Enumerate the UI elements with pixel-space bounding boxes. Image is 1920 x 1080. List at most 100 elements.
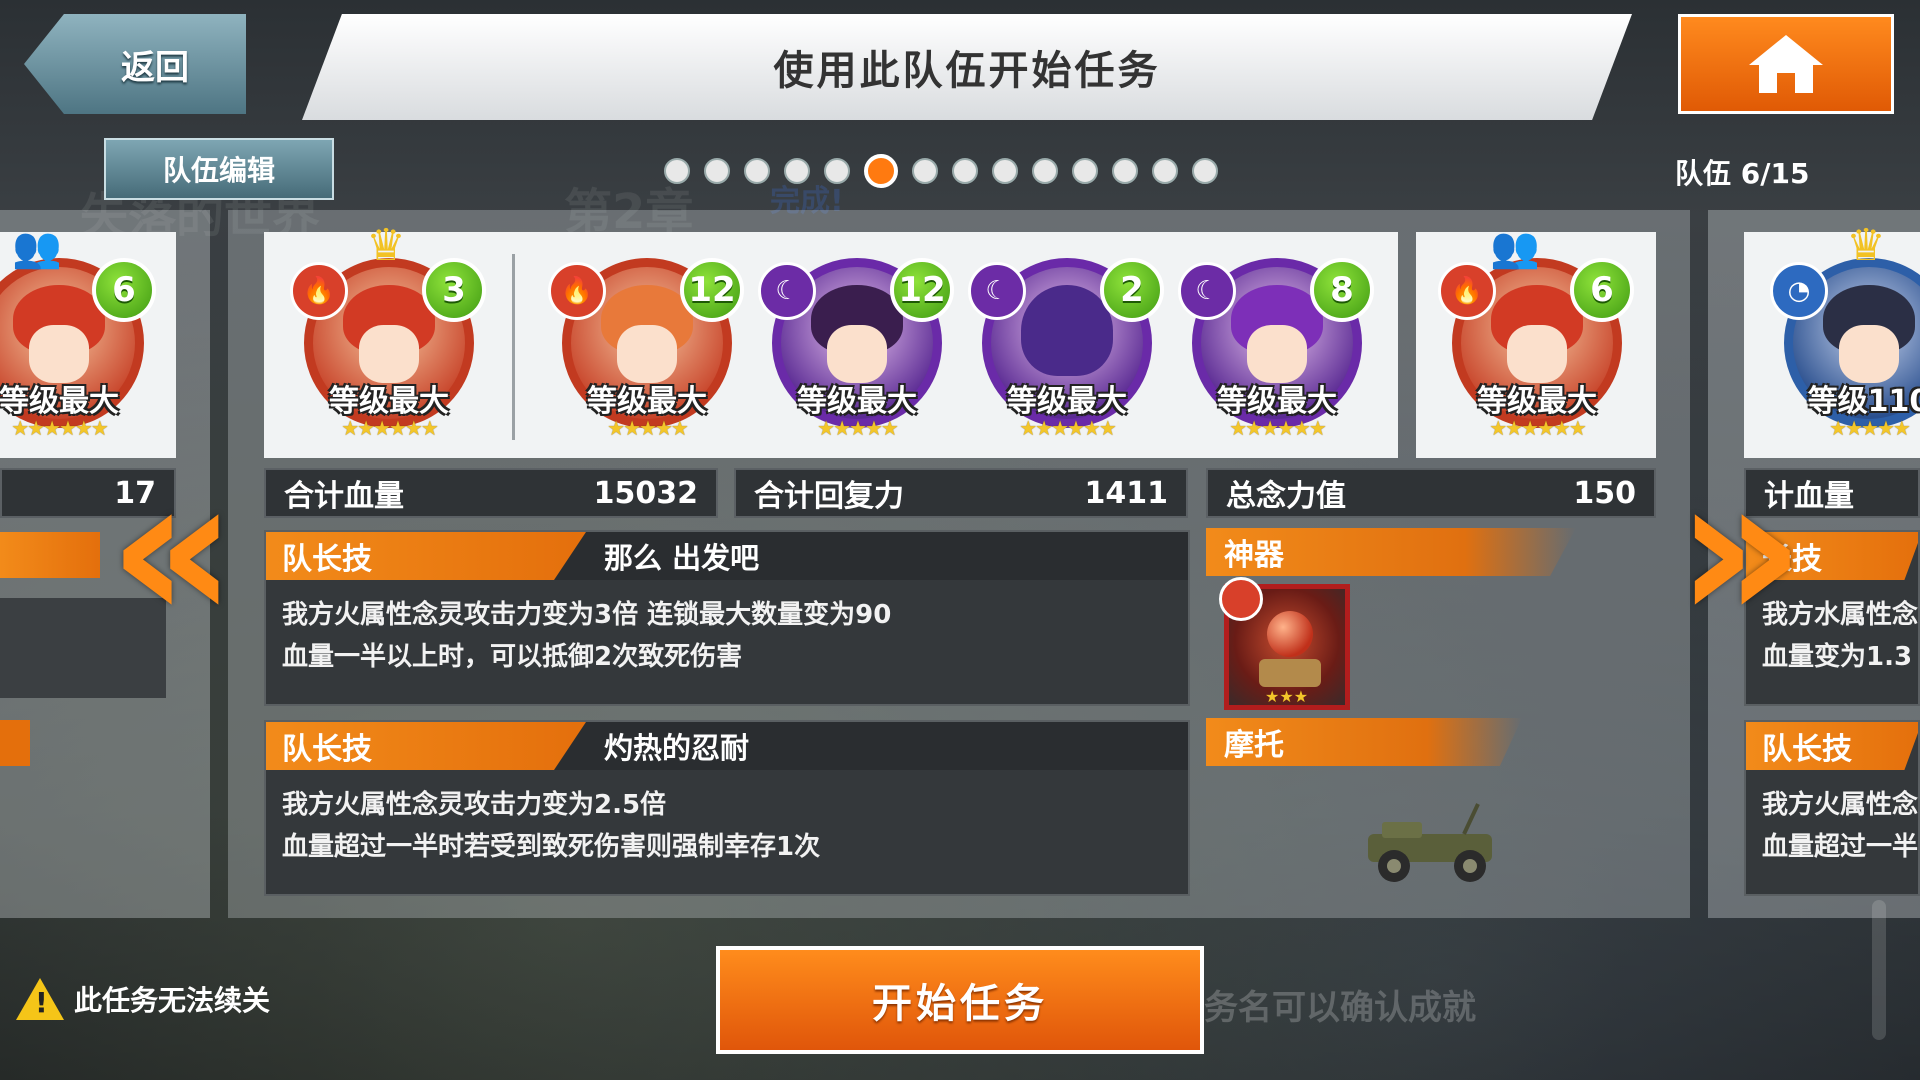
skill-desc-line: 血量超过一半 [1762, 832, 1919, 862]
team-page-indicator [664, 154, 1218, 188]
level-badge: 2 [1100, 258, 1164, 322]
page-dot[interactable] [704, 158, 730, 184]
rarity-stars: ★★★★★ [817, 416, 899, 440]
member-card-leader[interactable]: 🔥 ♛ 3 等级最大 ★★★★★★ [290, 224, 486, 444]
bg-hint-text: 务名可以确认成就 [1204, 988, 1476, 1028]
member-card[interactable]: ☾ 8 等级最大 ★★★★★★ [1178, 248, 1374, 444]
member-card-friend[interactable]: 🔥 👥 6 等级最大 ★★★★★★ [1438, 225, 1634, 444]
total-hp-stat: 合计血量 15032 [264, 468, 718, 518]
member-card[interactable]: ☾ 12 等级最大 ★★★★★ [758, 248, 954, 444]
prev-skill-tag-2 [0, 720, 30, 766]
level-badge: 6 [92, 258, 156, 322]
page-dot[interactable] [912, 158, 938, 184]
next-team-arrow-icon[interactable]: » [1676, 450, 1805, 650]
skill-desc-line: 血量超过一半时若受到致死伤害则强制幸存1次 [282, 832, 821, 862]
friend-icon: 👥 [12, 225, 62, 271]
dark-element-icon: ☾ [1178, 262, 1236, 320]
leader-skill-tag: 队长技 [266, 532, 586, 580]
crown-icon: ♛ [1846, 220, 1886, 271]
previous-team-arrow-icon[interactable]: « [108, 450, 237, 650]
page-dot[interactable] [1152, 158, 1178, 184]
level-text: 等级110 [1807, 384, 1920, 419]
total-recovery-label: 合计回复力 [754, 479, 904, 514]
leader-skill-name: 那么 出发吧 [604, 541, 760, 575]
page-dot[interactable] [664, 158, 690, 184]
skill-desc-line: 我方火属性念灵攻击力变为3倍 连锁最大数量变为90 [282, 600, 892, 630]
warning-icon: ! [16, 978, 64, 1020]
fire-element-icon: 🔥 [290, 262, 348, 320]
level-text: 等级最大 [797, 384, 917, 419]
scrollbar[interactable] [1872, 900, 1886, 1040]
vehicle-label: 摩托 [1224, 728, 1284, 763]
page-dot[interactable] [952, 158, 978, 184]
prev-member-card[interactable]: 👥 6 等级最大 ★★★★★★ [0, 225, 156, 444]
page-dot[interactable] [1032, 158, 1058, 184]
fire-element-icon: 🔥 [1438, 262, 1496, 320]
level-text: 等级最大 [587, 384, 707, 419]
next-skill-box-2: 队长技 我方火属性念 血量超过一半 [1744, 720, 1920, 896]
vehicle-tag: 摩托 [1206, 718, 1522, 766]
artifact-label: 神器 [1224, 538, 1284, 573]
member-card[interactable]: 🔥 12 等级最大 ★★★★★ [548, 248, 744, 444]
water-element-icon: ◔ [1770, 262, 1828, 320]
level-badge: 6 [1570, 258, 1634, 322]
skill-desc-line: 我方火属性念 [1762, 790, 1919, 820]
page-title: 使用此队伍开始任务 [302, 14, 1632, 120]
prev-skill-tag [0, 532, 100, 578]
page-dot[interactable] [1192, 158, 1218, 184]
no-continue-warning: ! 此任务无法续关 [16, 978, 270, 1020]
leader-skill-desc: 我方火属性念灵攻击力变为3倍 连锁最大数量变为90 血量一半以上时，可以抵御2次… [282, 594, 891, 678]
rarity-stars: ★★★★★★ [1489, 416, 1587, 440]
level-badge: 12 [680, 258, 744, 322]
dark-element-icon: ☾ [758, 262, 816, 320]
orb-icon [1267, 611, 1313, 657]
total-power-value: 150 [1573, 475, 1636, 511]
friend-skill-desc: 我方火属性念灵攻击力变为2.5倍 血量超过一半时若受到致死伤害则强制幸存1次 [282, 784, 820, 868]
crown-icon: ♛ [366, 220, 406, 271]
level-text: 等级最大 [1477, 384, 1597, 419]
level-text: 等级最大 [1217, 384, 1337, 419]
page-dot-active[interactable] [864, 154, 898, 188]
total-hp-label: 合计血量 [284, 479, 404, 514]
team-edit-button[interactable]: 队伍编辑 [104, 138, 334, 200]
team-count: 队伍 6/15 [1675, 157, 1810, 190]
total-recovery-value: 1411 [1084, 475, 1169, 511]
rarity-stars: ★★★★★★ [1019, 416, 1117, 440]
page-dot[interactable] [824, 158, 850, 184]
page-dot[interactable] [744, 158, 770, 184]
total-recovery-stat: 合计回复力 1411 [734, 468, 1188, 518]
level-text: 等级最大 [0, 384, 119, 419]
home-button[interactable] [1678, 14, 1894, 114]
next-member-card[interactable]: ◔ ♛ 等级110 ★★★★★ [1770, 224, 1920, 444]
skill-desc-line: 血量一半以上时，可以抵御2次致死伤害 [282, 642, 743, 672]
rarity-stars: ★★★★★★ [341, 416, 439, 440]
artifact-stars: ★★★ [1265, 687, 1309, 706]
leader-divider [512, 254, 515, 440]
page-dot[interactable] [992, 158, 1018, 184]
level-text: 等级最大 [1007, 384, 1127, 419]
page-dot[interactable] [784, 158, 810, 184]
friend-leader-skill-box: 队长技 灼热的忍耐 我方火属性念灵攻击力变为2.5倍 血量超过一半时若受到致死伤… [264, 720, 1190, 896]
fire-element-icon [1219, 577, 1263, 621]
friend-skill-tag: 队长技 [266, 722, 586, 770]
total-hp-value: 15032 [593, 475, 698, 511]
page-dot[interactable] [1072, 158, 1098, 184]
level-badge: 8 [1310, 258, 1374, 322]
start-mission-button[interactable]: 开始任务 [716, 946, 1204, 1054]
page-title-text: 使用此队伍开始任务 [773, 48, 1161, 94]
fire-element-icon: 🔥 [548, 262, 606, 320]
jeep-icon[interactable] [1360, 796, 1502, 888]
page-dot[interactable] [1112, 158, 1138, 184]
artifact-slot[interactable]: ★★★ [1219, 577, 1350, 710]
leader-skill-box: 队长技 那么 出发吧 我方火属性念灵攻击力变为3倍 连锁最大数量变为90 血量一… [264, 530, 1190, 706]
total-power-stat: 总念力值 150 [1206, 468, 1656, 518]
rarity-stars: ★★★★★★ [1229, 416, 1327, 440]
friend-icon: 👥 [1490, 225, 1540, 271]
skill-desc-line: 我方火属性念灵攻击力变为2.5倍 [282, 790, 667, 820]
friend-skill-name: 灼热的忍耐 [604, 731, 750, 765]
member-card[interactable]: ☾ 2 等级最大 ★★★★★★ [968, 248, 1164, 444]
level-text: 等级最大 [329, 384, 449, 419]
back-button[interactable]: 返回 [24, 14, 246, 114]
start-mission-label: 开始任务 [872, 981, 1048, 1027]
next-skill-tag-2: 队长技 [1746, 722, 1918, 770]
